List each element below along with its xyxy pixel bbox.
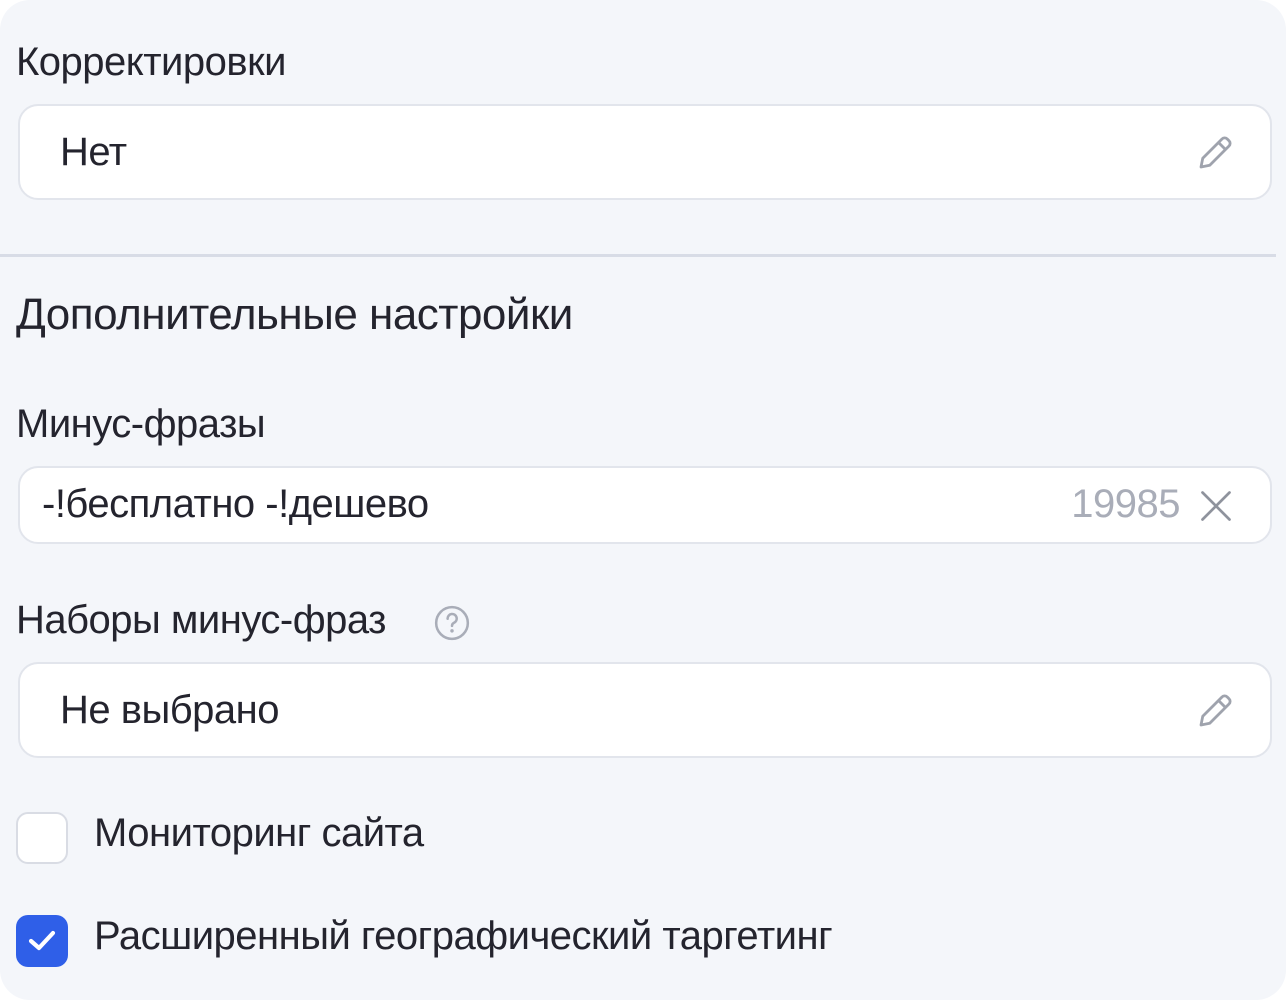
- adjustments-label: Корректировки: [16, 40, 286, 84]
- adjustments-field[interactable]: Нет: [18, 104, 1272, 200]
- geo-targeting-checkbox[interactable]: [16, 915, 68, 967]
- negative-phrase-sets-field[interactable]: Не выбрано: [18, 662, 1272, 758]
- checkmark-icon: [28, 930, 56, 951]
- adjustments-value: Нет: [60, 130, 127, 174]
- settings-panel: Корректировки Нет Дополнительные настрой…: [0, 0, 1286, 1000]
- additional-settings-title: Дополнительные настройки: [16, 290, 573, 339]
- site-monitoring-label: Мониторинг сайта: [94, 811, 424, 855]
- question-circle-icon[interactable]: [433, 604, 471, 642]
- negative-phrase-sets-value: Не выбрано: [60, 688, 279, 732]
- pencil-icon[interactable]: [1194, 132, 1236, 174]
- negative-phrases-value: -!бесплатно -!дешево: [42, 482, 429, 526]
- section-divider: [0, 254, 1276, 257]
- character-counter: 19985: [1071, 482, 1180, 526]
- close-icon[interactable]: [1198, 488, 1234, 524]
- site-monitoring-checkbox[interactable]: [16, 812, 68, 864]
- negative-phrases-input[interactable]: -!бесплатно -!дешево 19985: [18, 466, 1272, 544]
- pencil-icon[interactable]: [1194, 690, 1236, 732]
- geo-targeting-label: Расширенный географический таргетинг: [94, 914, 833, 958]
- negative-phrase-sets-label: Наборы минус-фраз: [16, 598, 387, 642]
- negative-phrases-label: Минус-фразы: [16, 402, 266, 446]
